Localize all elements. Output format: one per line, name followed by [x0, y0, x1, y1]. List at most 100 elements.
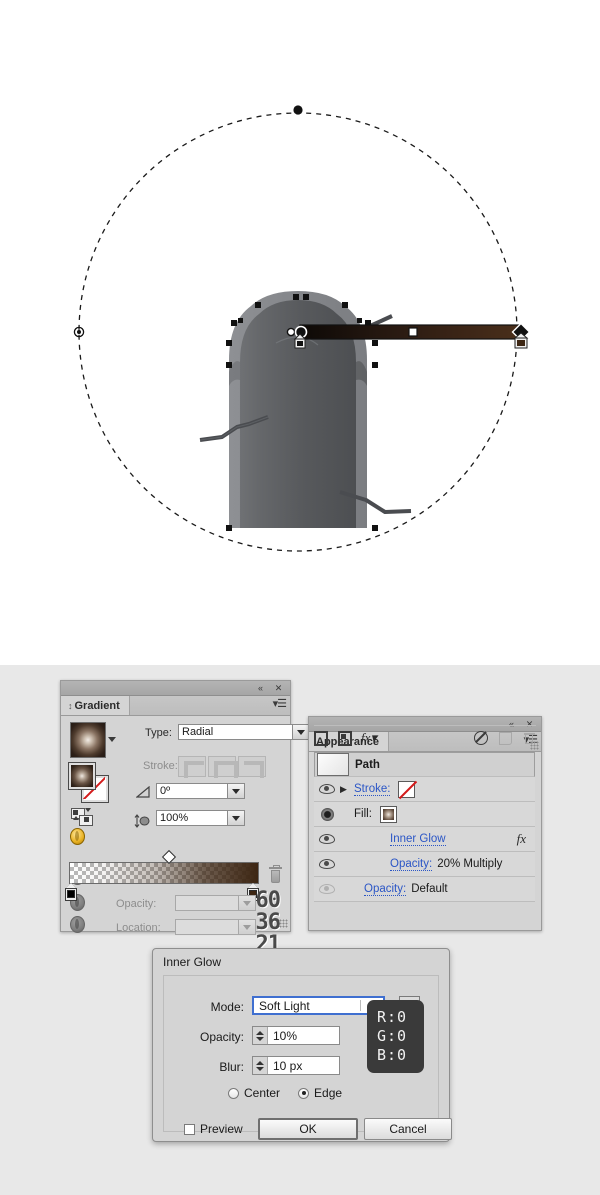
- delete-stop-icon[interactable]: [269, 865, 282, 883]
- stroke-link[interactable]: Stroke:: [354, 783, 391, 796]
- appearance-footer[interactable]: fx▾: [314, 725, 536, 748]
- expand-arrow-icon[interactable]: ▶: [340, 784, 354, 795]
- add-new-fill-icon[interactable]: [338, 730, 352, 746]
- gradient-opacity-label: Opacity:: [116, 898, 157, 910]
- origin-edge-label: Edge: [314, 1086, 343, 1100]
- gradient-location-dropdown[interactable]: [239, 919, 256, 935]
- opacity-link-1[interactable]: Opacity:: [390, 858, 433, 871]
- tab-gradient-label: Gradient: [74, 699, 120, 712]
- chevron-up-icon[interactable]: [73, 816, 79, 820]
- collapse-icon[interactable]: «: [254, 682, 267, 694]
- fx-icon[interactable]: fx: [517, 831, 526, 847]
- dialog-title: Inner Glow: [163, 955, 222, 969]
- panel-resize-grip[interactable]: [279, 919, 288, 928]
- rgb-green: G:0: [377, 1027, 408, 1045]
- ok-button[interactable]: OK: [258, 1118, 358, 1140]
- preview-checkbox[interactable]: [184, 1123, 195, 1135]
- appearance-row-opacity-default[interactable]: Opacity: Default: [314, 877, 535, 902]
- gradient-preview-swatch[interactable]: [70, 722, 106, 758]
- mode-select-value: Soft Light: [259, 998, 310, 1013]
- stop-opacity-icon-3[interactable]: [70, 916, 85, 933]
- type-label: Type:: [145, 727, 172, 739]
- aspect-ratio-input[interactable]: 100%: [156, 810, 228, 826]
- blur-input[interactable]: 10 px: [252, 1056, 340, 1075]
- gradient-ramp[interactable]: [69, 862, 259, 884]
- angle-value: 0º: [160, 785, 171, 797]
- add-new-stroke-icon[interactable]: [314, 730, 328, 746]
- origin-edge-radio[interactable]: [298, 1087, 310, 1099]
- gradient-slider[interactable]: [65, 849, 259, 901]
- stroke-swatch-none[interactable]: [398, 780, 416, 798]
- chevron-down-icon[interactable]: [85, 808, 91, 812]
- appearance-list[interactable]: Path ▶ Stroke: Fill: Inner Glow fx Opaci…: [314, 752, 535, 902]
- chevron-down-icon[interactable]: [108, 737, 116, 742]
- visibility-toggle[interactable]: [314, 884, 340, 894]
- appearance-row-fill[interactable]: Fill:: [314, 802, 535, 827]
- stroke-gradient-along-button[interactable]: [208, 756, 238, 778]
- panel-menu-icon[interactable]: ▾☰: [273, 699, 287, 710]
- appearance-panel[interactable]: « ✕ Appearance ▾☰ Path ▶ Stroke: Fill: I…: [308, 716, 542, 931]
- rgb-color-readout: R:0 G:0 B:0: [367, 1000, 424, 1073]
- opacity-input[interactable]: 10%: [252, 1026, 340, 1045]
- add-new-effect-icon[interactable]: fx▾: [361, 730, 377, 745]
- rgb-red: R:0: [377, 1008, 408, 1026]
- canvas-area[interactable]: [0, 0, 600, 665]
- cancel-button[interactable]: Cancel: [364, 1118, 452, 1140]
- aspect-ratio-dropdown[interactable]: [228, 810, 245, 826]
- gradient-panel[interactable]: « ✕ ↕ Gradient ▾☰ Type: Radial Stroke: 0…: [60, 680, 310, 957]
- type-select-value: Radial: [182, 726, 214, 738]
- blur-value: 10 px: [273, 1058, 303, 1073]
- stroke-gradient-within-button[interactable]: [178, 756, 206, 778]
- appearance-row-opacity-multiply[interactable]: Opacity: 20% Multiply: [314, 852, 535, 877]
- fill-swatch-gradient[interactable]: [379, 805, 397, 823]
- opacity-value-1: 20% Multiply: [437, 858, 503, 870]
- gradient-panel-tabrow[interactable]: ↕ Gradient ▾☰: [61, 696, 290, 716]
- origin-center-label: Center: [244, 1086, 281, 1100]
- gradient-panel-titlebar[interactable]: « ✕: [61, 681, 290, 696]
- ok-button-label: OK: [299, 1122, 317, 1136]
- appearance-row-inner-glow[interactable]: Inner Glow fx: [314, 827, 535, 852]
- type-select[interactable]: Radial: [178, 724, 293, 740]
- duplicate-item-icon[interactable]: [498, 731, 512, 745]
- gradient-opacity-dropdown[interactable]: [239, 895, 256, 911]
- gradient-opacity-input[interactable]: [175, 895, 239, 911]
- stroke-gradient-across-button[interactable]: [238, 756, 266, 778]
- aspect-ratio-icon: [134, 814, 150, 828]
- apply-to-stroke-icon[interactable]: [79, 815, 93, 826]
- gradient-tool-icon[interactable]: [70, 828, 85, 845]
- gradient-location-label: Location:: [116, 922, 161, 934]
- mode-select[interactable]: Soft Light: [252, 996, 385, 1015]
- appearance-row-path[interactable]: Path: [314, 752, 535, 777]
- gradient-fill-stroke-toggle[interactable]: [71, 808, 99, 826]
- appearance-row-stroke[interactable]: ▶ Stroke:: [314, 777, 535, 802]
- clear-appearance-icon[interactable]: [474, 731, 488, 745]
- inner-glow-link[interactable]: Inner Glow: [390, 833, 446, 846]
- opacity-link-2[interactable]: Opacity:: [364, 883, 407, 896]
- preview-label: Preview: [200, 1122, 243, 1136]
- visibility-toggle[interactable]: [314, 784, 340, 794]
- angle-input[interactable]: 0º: [156, 783, 228, 799]
- angle-dropdown[interactable]: [228, 783, 245, 799]
- origin-center-radio[interactable]: [228, 1087, 239, 1099]
- gradient-panel-body: Type: Radial Stroke: 0º 100% Opacity: Lo…: [61, 716, 310, 957]
- mode-label: Mode:: [210, 1000, 244, 1014]
- blur-stepper[interactable]: [253, 1057, 268, 1074]
- stroke-label: Stroke:: [143, 760, 178, 772]
- angle-icon: [136, 786, 150, 798]
- fill-label: Fill:: [354, 808, 372, 820]
- opacity-value-2: Default: [411, 883, 448, 895]
- fill-swatch[interactable]: [68, 762, 96, 790]
- gradient-location-input[interactable]: [175, 919, 239, 935]
- tab-gradient[interactable]: ↕ Gradient: [61, 696, 130, 715]
- visibility-toggle[interactable]: [314, 834, 340, 844]
- fill-stroke-indicator[interactable]: [68, 762, 109, 803]
- panel-resize-grip[interactable]: [530, 741, 539, 750]
- gradient-stop-start[interactable]: [65, 883, 77, 901]
- opacity-value: 10%: [273, 1028, 298, 1043]
- visibility-toggle[interactable]: [314, 807, 340, 821]
- visibility-toggle[interactable]: [314, 859, 340, 869]
- opacity-stepper[interactable]: [253, 1027, 268, 1044]
- close-icon[interactable]: ✕: [272, 682, 285, 694]
- appearance-path-label: Path: [355, 758, 380, 771]
- tab-toggle-icon: ↕: [68, 700, 72, 711]
